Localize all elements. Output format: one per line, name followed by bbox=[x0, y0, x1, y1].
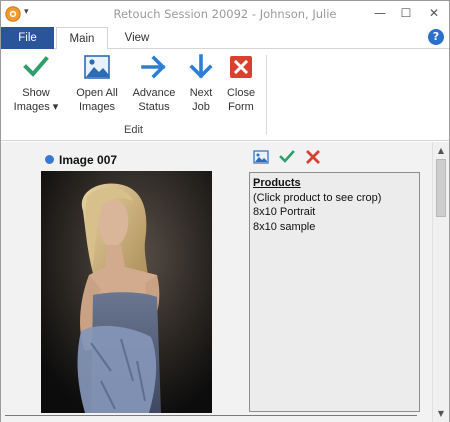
image-title: Image 007 bbox=[59, 153, 118, 167]
advance-status-label-2: Status bbox=[138, 101, 170, 113]
arrow-right-icon bbox=[141, 55, 166, 79]
products-list: Products (Click product to see crop) 8x1… bbox=[249, 172, 420, 412]
title-bar: ▾ Retouch Session 20092 - Johnson, Julie… bbox=[1, 1, 449, 27]
ribbon-tabs: File Main View ? bbox=[1, 27, 449, 50]
ribbon-main-panel: Show Images ▾ Open All Images Advance St… bbox=[1, 49, 449, 141]
tab-file[interactable]: File bbox=[1, 27, 54, 49]
ribbon-group-divider bbox=[266, 55, 267, 135]
checkmark-icon bbox=[23, 56, 49, 77]
close-window-button[interactable]: ✕ bbox=[421, 3, 447, 23]
tab-view[interactable]: View bbox=[113, 27, 161, 49]
advance-status-button[interactable]: Advance Status bbox=[129, 53, 179, 114]
vertical-scrollbar[interactable]: ▲ ▼ bbox=[432, 142, 449, 422]
scroll-up-icon[interactable]: ▲ bbox=[433, 143, 449, 159]
close-form-button[interactable]: Close Form bbox=[223, 53, 259, 114]
next-job-label-1: Next bbox=[189, 87, 213, 99]
close-form-label-2: Form bbox=[228, 101, 254, 113]
open-all-images-button[interactable]: Open All Images bbox=[70, 53, 124, 114]
image-status-dot bbox=[45, 155, 54, 164]
minimize-button[interactable]: — bbox=[367, 3, 393, 23]
products-header: Products bbox=[253, 177, 301, 189]
app-window: ▾ Retouch Session 20092 - Johnson, Julie… bbox=[0, 0, 450, 422]
image-icon[interactable] bbox=[253, 149, 269, 165]
arrow-down-icon bbox=[189, 54, 213, 79]
show-images-label-2: Images ▾ bbox=[13, 101, 59, 113]
show-images-label-1: Show bbox=[22, 87, 50, 99]
next-job-button[interactable]: Next Job bbox=[185, 53, 217, 114]
advance-status-label-1: Advance bbox=[132, 87, 176, 99]
accept-check-icon[interactable] bbox=[279, 149, 295, 165]
maximize-button[interactable]: ☐ bbox=[393, 3, 419, 23]
close-x-icon bbox=[230, 56, 252, 78]
help-icon[interactable]: ? bbox=[428, 29, 444, 45]
close-form-label-1: Close bbox=[226, 87, 256, 99]
show-images-button[interactable]: Show Images ▾ bbox=[11, 53, 61, 114]
product-item[interactable]: 8x10 Portrait bbox=[253, 205, 416, 220]
ribbon-group-label: Edit bbox=[124, 124, 143, 136]
portrait-photo-image bbox=[41, 171, 212, 413]
image-icon bbox=[84, 55, 110, 79]
tab-main[interactable]: Main bbox=[56, 27, 108, 50]
image-header: Image 007 bbox=[45, 153, 117, 167]
photo-preview[interactable] bbox=[41, 171, 212, 413]
scroll-thumb[interactable] bbox=[436, 159, 446, 217]
content-area: Image 007 Products (Click product to see… bbox=[1, 142, 449, 422]
open-all-images-label-1: Open All bbox=[76, 87, 118, 99]
next-job-label-2: Job bbox=[192, 101, 210, 113]
open-all-images-label-2: Images bbox=[78, 101, 116, 113]
products-hint: (Click product to see crop) bbox=[253, 191, 382, 204]
reject-x-icon[interactable] bbox=[305, 149, 321, 165]
divider-line bbox=[5, 415, 417, 416]
product-item[interactable]: 8x10 sample bbox=[253, 220, 416, 235]
scroll-down-icon[interactable]: ▼ bbox=[433, 406, 449, 422]
